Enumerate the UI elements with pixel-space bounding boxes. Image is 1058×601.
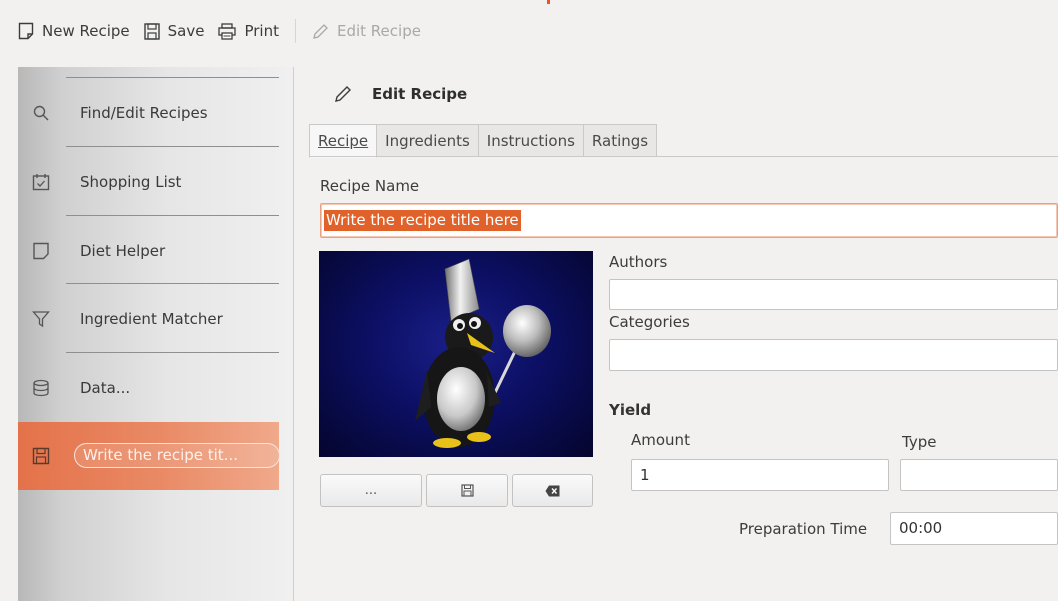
print-button[interactable]: Print [218, 22, 279, 40]
sidebar-item-find-edit-recipes[interactable]: Find/Edit Recipes [18, 79, 279, 147]
calendar-check-icon [32, 174, 50, 191]
floppy-icon [32, 447, 50, 465]
amount-label: Amount [631, 431, 690, 449]
tab-label: Instructions [486, 131, 575, 150]
sidebar-item-label: Find/Edit Recipes [80, 104, 208, 122]
prep-time-label: Preparation Time [739, 520, 868, 538]
note-icon [33, 242, 49, 260]
penguin-chef-image [415, 258, 551, 448]
search-icon [33, 105, 49, 121]
prep-time-value: 00:00 [899, 519, 943, 537]
main-toolbar: New Recipe Save Print Edit Recipe [0, 6, 1058, 56]
new-recipe-button[interactable]: New Recipe [18, 22, 130, 40]
type-input[interactable] [900, 459, 1058, 491]
amount-value: 1 [640, 466, 650, 484]
amount-input[interactable]: 1 [631, 459, 889, 491]
tab-instructions[interactable]: Instructions [478, 124, 584, 157]
yield-heading: Yield [609, 401, 652, 419]
sidebar-item-label: Data... [80, 379, 131, 397]
filter-icon [32, 311, 50, 328]
tab-label: Ratings [591, 131, 649, 150]
pencil-icon [313, 23, 328, 39]
tab-label: Ingredients [385, 131, 470, 150]
edit-recipe-label: Edit Recipe [336, 22, 421, 40]
save-image-button[interactable] [426, 474, 508, 507]
save-button[interactable]: Save [143, 22, 205, 40]
tab-ratings[interactable]: Ratings [583, 124, 658, 157]
tab-label: Recipe [318, 132, 369, 150]
editor-tabs: Recipe Ingredients Instructions Ratings [309, 124, 658, 158]
editor-title: Edit Recipe [372, 85, 468, 103]
sidebar-item-current-recipe[interactable]: Write the recipe tit... [18, 422, 280, 490]
new-document-icon [18, 22, 34, 40]
recipe-title-tab-label: Write the recipe tit... [74, 443, 280, 468]
authors-label: Authors [609, 253, 668, 271]
sidebar-divider [66, 352, 279, 353]
editor-header: Edit Recipe [334, 85, 467, 103]
recipe-editor-panel: Edit Recipe Recipe Ingredients Instructi… [304, 67, 1058, 601]
title-accent-mark [547, 0, 550, 4]
choose-image-label: ... [364, 483, 378, 498]
tab-border [309, 156, 1058, 157]
floppy-icon [460, 484, 474, 497]
recipe-image[interactable] [319, 251, 593, 457]
sidebar-item-label: Ingredient Matcher [80, 310, 223, 328]
choose-image-button[interactable]: ... [320, 474, 422, 507]
sidebar-divider [66, 77, 279, 78]
sidebar-item-label: Diet Helper [80, 242, 166, 260]
sidebar-divider [66, 283, 279, 284]
print-label: Print [244, 22, 279, 40]
sidebar-divider [66, 146, 279, 147]
floppy-icon [143, 22, 160, 40]
pencil-icon [335, 86, 351, 102]
sidebar-divider [66, 215, 279, 216]
tab-ingredients[interactable]: Ingredients [377, 124, 479, 157]
sidebar-item-diet-helper[interactable]: Diet Helper [18, 217, 279, 285]
type-label: Type [902, 433, 937, 451]
categories-input[interactable] [609, 339, 1058, 371]
recipe-name-value: Write the recipe title here [324, 210, 521, 231]
recipe-name-label: Recipe Name [320, 177, 420, 195]
clear-image-button[interactable] [512, 474, 593, 507]
sidebar-item-data[interactable]: Data... [18, 354, 279, 422]
sidebar-item-shopping-list[interactable]: Shopping List [18, 148, 279, 216]
sidebar-item-ingredient-matcher[interactable]: Ingredient Matcher [18, 285, 279, 353]
database-icon [33, 379, 49, 397]
authors-input[interactable] [609, 279, 1058, 310]
categories-label: Categories [609, 313, 690, 331]
printer-icon [218, 22, 237, 40]
edit-recipe-button[interactable]: Edit Recipe [312, 22, 421, 40]
prep-time-input[interactable]: 00:00 [890, 512, 1058, 545]
recipe-name-input[interactable]: Write the recipe title here [320, 203, 1058, 238]
sidebar-item-label: Shopping List [80, 173, 182, 191]
sidebar: Find/Edit Recipes Shopping List Diet Hel… [18, 67, 294, 601]
tab-recipe[interactable]: Recipe [309, 124, 378, 158]
backspace-icon [545, 485, 560, 496]
save-label: Save [167, 22, 205, 40]
toolbar-separator [294, 19, 296, 43]
new-recipe-label: New Recipe [42, 22, 130, 40]
